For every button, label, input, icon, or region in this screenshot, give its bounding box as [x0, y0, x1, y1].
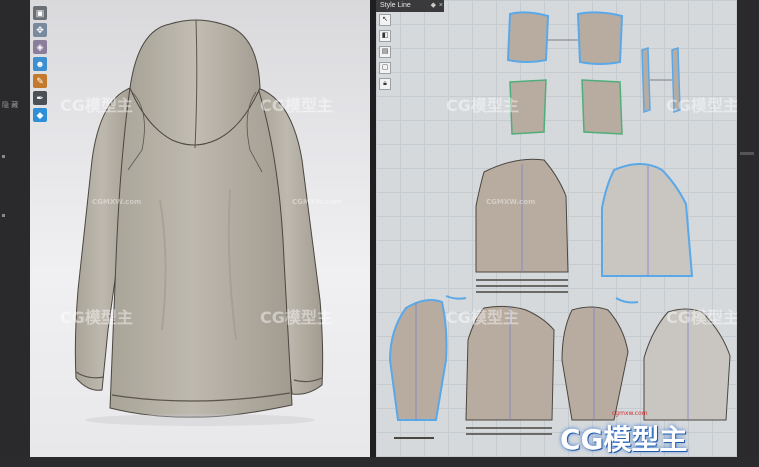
brand-logo-watermark: CG模型主: [560, 423, 688, 456]
edit-point-icon[interactable]: ◧: [379, 30, 391, 42]
avatar-display-icon[interactable]: ☻: [33, 57, 47, 71]
pin-icon[interactable]: ◆: [431, 0, 436, 12]
pattern-pieces: [388, 11, 731, 439]
3d-garment-viewport[interactable]: ▣ ✥ ◈ ☻ ✎ ✒ ◆ CG模型主 CG模型主 CGMXW.com CGMX…: [30, 0, 370, 457]
hoodie-3d-render: [74, 19, 324, 426]
3d-toolbar: ▣ ✥ ◈ ☻ ✎ ✒ ◆: [33, 6, 49, 125]
right-dock-panel: [737, 0, 759, 467]
2d-pattern-viewport[interactable]: CG模型主 CG模型主 CGMXW.com CG模型主 CG模型主: [376, 0, 737, 457]
tab-style-line[interactable]: Style Line: [380, 2, 411, 9]
texture-edit-icon[interactable]: ◈: [33, 40, 47, 54]
select-outline-icon[interactable]: ▤: [379, 46, 391, 58]
2d-toolbar: ↖ ◧ ▤ ▢ 🔒︎: [379, 14, 391, 94]
bottom-status-strip: [0, 457, 759, 467]
hide-label[interactable]: 隐 藏: [2, 100, 18, 110]
hood-piece-right: [576, 11, 624, 65]
close-icon[interactable]: ×: [439, 0, 443, 12]
brush-icon[interactable]: ✎: [33, 74, 47, 88]
lock-icon[interactable]: 🔒︎: [379, 78, 391, 90]
hood-piece-left: [506, 11, 550, 63]
panel-resize-handle[interactable]: [740, 152, 754, 155]
pointer-icon[interactable]: ↖: [379, 14, 391, 26]
pen-icon[interactable]: ✒: [33, 91, 47, 105]
pattern-window-tab: Style Line ◆ ×: [376, 0, 444, 12]
site-watermark-small: cgmxw.com: [612, 410, 648, 417]
dock-dot: [2, 155, 5, 158]
pattern-icon[interactable]: ▢: [379, 62, 391, 74]
fold-arrangement-icon[interactable]: ✥: [33, 23, 47, 37]
dock-dot: [2, 214, 5, 217]
select-mesh-icon[interactable]: ▣: [33, 6, 47, 20]
left-dock-panel: 隐 藏: [0, 0, 30, 467]
pin-icon[interactable]: ◆: [33, 108, 47, 122]
